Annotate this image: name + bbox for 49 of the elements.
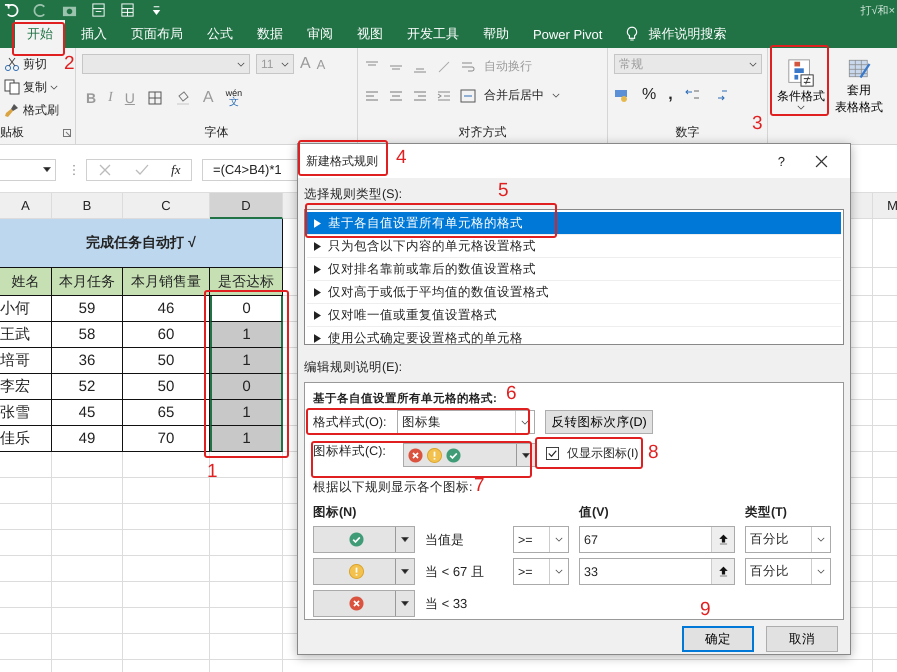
annotation-number: 5 <box>498 181 509 200</box>
condition-text: 当 < 33 <box>425 594 468 612</box>
column-heading: 类型(T) <box>745 504 788 521</box>
table-cell: 49 <box>52 426 123 452</box>
condition-text: 当 < 67 且 <box>425 562 485 580</box>
section-label: 选择规则类型(S): <box>304 186 402 203</box>
annotation-number: 8 <box>648 443 659 462</box>
group-label: 贴板 <box>0 124 24 141</box>
table-cell: 1 <box>210 400 283 426</box>
table-cell: 王武 <box>0 322 52 348</box>
column-heading: 图标(N) <box>313 504 358 521</box>
rules-caption: 根据以下规则显示各个图标: <box>313 479 472 496</box>
annotation-number: 3 <box>752 114 763 133</box>
table-cell: 1 <box>210 322 283 348</box>
condition-text: 当值是 <box>425 530 465 548</box>
annotation-number: 4 <box>396 148 407 167</box>
table-cell: 0 <box>210 374 283 400</box>
table-header-cell: 是否达标 <box>210 268 283 296</box>
annotation-number: 2 <box>64 54 75 73</box>
annotation-number: 7 <box>474 476 485 495</box>
window-title: 打√和× <box>860 4 896 18</box>
table-cell: 佳乐 <box>0 426 52 452</box>
group-label: 对齐方式 <box>458 124 506 141</box>
table-cell: 1 <box>210 426 283 452</box>
field-label: 格式样式(O): <box>313 414 388 430</box>
table-cell: 58 <box>52 322 123 348</box>
table-header-cell: 本月任务 <box>52 268 123 296</box>
table-cell: 小何 <box>0 296 52 322</box>
table-header-cell: 姓名 <box>0 268 52 296</box>
table-cell: 培哥 <box>0 348 52 374</box>
table-cell: 45 <box>52 400 123 426</box>
section-label: 编辑规则说明(E): <box>304 359 402 376</box>
field-label: 图标样式(C): <box>313 443 387 460</box>
panel-heading: 基于各自值设置所有单元格的格式: <box>313 391 497 406</box>
group-label: 数字 <box>676 124 700 141</box>
table-cell: 59 <box>52 296 123 322</box>
table-cell: 李宏 <box>0 374 52 400</box>
table-cell: 1 <box>210 348 283 374</box>
group-label: 字体 <box>204 124 228 141</box>
column-heading: 值(V) <box>579 504 610 521</box>
table-cell: 0 <box>210 296 283 322</box>
annotation-number: 9 <box>700 600 711 619</box>
annotation-number: 1 <box>207 462 218 481</box>
sheet-title-cell: 完成任务自动打 √ <box>0 219 283 268</box>
annotation-number: 6 <box>506 384 517 403</box>
table-cell: 36 <box>52 348 123 374</box>
table-cell: 52 <box>52 374 123 400</box>
table-header-cell: 本月销售量 <box>123 268 210 296</box>
table-cell: 张雪 <box>0 400 52 426</box>
